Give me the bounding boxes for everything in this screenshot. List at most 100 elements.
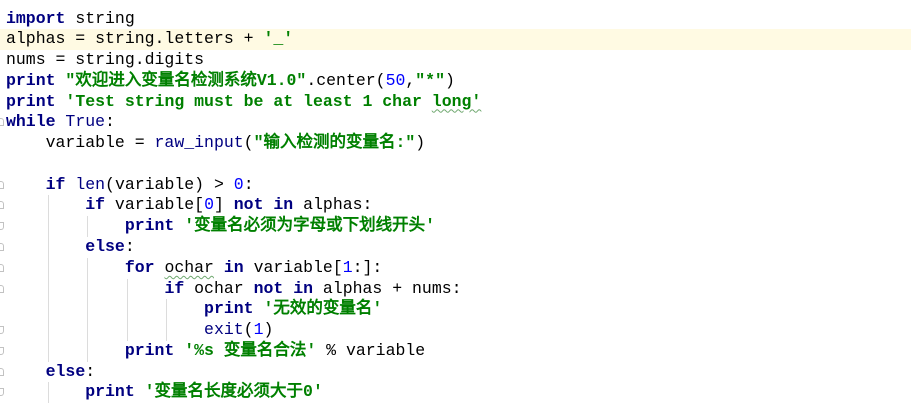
- line-code[interactable]: alphas = string.letters + '_': [6, 29, 293, 50]
- fold-marker-icon[interactable]: [0, 222, 4, 231]
- line-code[interactable]: for ochar in variable[1:]:: [6, 257, 383, 279]
- code-line[interactable]: if variable[0] not in alphas:: [0, 195, 911, 217]
- line-code[interactable]: print '变量名必须为字母或下划线开头': [6, 216, 435, 237]
- code-line[interactable]: if len(variable) > 0:: [0, 175, 911, 196]
- line-code[interactable]: print "欢迎进入变量名检测系统V1.0".center(50,"*"): [6, 71, 455, 92]
- line-code[interactable]: else:: [6, 237, 135, 258]
- code-text: ochar: [184, 278, 254, 298]
- keyword-token: not: [253, 278, 284, 298]
- code-line[interactable]: for ochar in variable[1:]:: [0, 257, 911, 279]
- fold-marker-icon[interactable]: [0, 263, 4, 272]
- string-literal: 'Test string must be at least 1 char: [65, 91, 432, 111]
- line-code[interactable]: print 'Test string must be at least 1 ch…: [6, 92, 481, 113]
- keyword-token: print: [6, 70, 56, 90]
- number-literal: 1: [253, 320, 264, 340]
- code-line[interactable]: variable = raw_input("输入检测的变量名:"): [0, 133, 911, 154]
- code-text: alphas:: [293, 195, 373, 215]
- number-literal: 50: [385, 70, 406, 90]
- code-line[interactable]: print '变量名必须为字母或下划线开头': [0, 216, 911, 238]
- keyword-token: else: [45, 361, 86, 381]
- code-text: ): [415, 133, 426, 153]
- code-line[interactable]: import string: [0, 9, 911, 30]
- code-line[interactable]: print '变量名长度必须大于0': [0, 382, 911, 404]
- line-code[interactable]: exit(1): [6, 320, 273, 341]
- code-text: :]:: [352, 257, 383, 277]
- code-line[interactable]: print 'Test string must be at least 1 ch…: [0, 92, 911, 113]
- line-code[interactable]: print '%s 变量名合法' % variable: [6, 341, 425, 362]
- string-literal: '%s 变量名合法': [184, 340, 317, 360]
- string-literal: '变量名长度必须大于0': [144, 382, 323, 402]
- line-code[interactable]: import string: [6, 9, 135, 30]
- code-text: ): [445, 70, 455, 90]
- code-text: ,: [405, 70, 416, 90]
- builtin-name: True: [65, 112, 106, 132]
- string-literal: '_': [263, 29, 294, 49]
- builtin-name: raw_input: [154, 133, 244, 153]
- keyword-token: else: [85, 237, 125, 257]
- string-literal: "*": [415, 70, 445, 90]
- code-line[interactable]: print '%s 变量名合法' % variable: [0, 340, 911, 362]
- fold-marker-icon[interactable]: [0, 201, 4, 210]
- code-line-current[interactable]: alphas = string.letters + '_': [0, 29, 911, 51]
- keyword-token: if: [164, 278, 185, 298]
- fold-marker-icon[interactable]: [0, 118, 4, 127]
- fold-marker-icon[interactable]: [0, 326, 4, 335]
- number-literal: 0: [204, 195, 214, 215]
- keyword-token: print: [124, 216, 175, 236]
- line-code[interactable]: print '无效的变量名': [6, 299, 382, 320]
- code-line[interactable]: exit(1): [0, 320, 911, 341]
- code-text: .center(: [306, 70, 386, 90]
- line-code[interactable]: variable = raw_input("输入检测的变量名:"): [6, 133, 426, 154]
- number-literal: 1: [342, 257, 353, 277]
- keyword-token: while: [6, 112, 56, 132]
- line-code[interactable]: if len(variable) > 0:: [6, 175, 254, 196]
- code-editor[interactable]: import string alphas = string.letters + '…: [0, 0, 911, 410]
- line-code[interactable]: if variable[0] not in alphas:: [6, 195, 372, 216]
- code-text: :: [85, 361, 96, 381]
- code-text: (variable) >: [105, 174, 234, 194]
- line-code[interactable]: if ochar not in alphas + nums:: [6, 278, 461, 300]
- code-line[interactable]: print "欢迎进入变量名检测系统V1.0".center(50,"*"): [0, 71, 911, 92]
- code-text: alphas = string.letters +: [6, 29, 264, 49]
- fold-marker-icon[interactable]: [0, 346, 4, 355]
- fold-marker-icon[interactable]: [0, 284, 4, 293]
- line-code[interactable]: else:: [6, 361, 96, 383]
- fold-marker-icon[interactable]: [0, 388, 4, 397]
- code-line[interactable]: print '无效的变量名': [0, 299, 911, 321]
- code-line[interactable]: else:: [0, 362, 911, 383]
- code-text: ]: [213, 195, 234, 215]
- fold-marker-icon[interactable]: [0, 243, 4, 252]
- code-line[interactable]: else:: [0, 237, 911, 258]
- line-code[interactable]: print '变量名长度必须大于0': [6, 382, 323, 403]
- code-line[interactable]: [0, 154, 911, 175]
- code-line[interactable]: if ochar not in alphas + nums:: [0, 278, 911, 300]
- code-line[interactable]: while True:: [0, 112, 911, 133]
- fold-marker-icon[interactable]: [0, 180, 4, 189]
- code-text: :: [105, 112, 115, 132]
- fold-marker-icon[interactable]: [0, 367, 4, 376]
- code-text: (: [243, 320, 254, 340]
- keyword-token: print: [6, 91, 56, 111]
- string-literal: "输入检测的变量名:": [253, 133, 416, 153]
- line-code[interactable]: nums = string.digits: [6, 50, 204, 71]
- builtin-name: len: [75, 174, 106, 194]
- code-text: ): [263, 320, 274, 340]
- string-literal: "欢迎进入变量名检测系统V1.0": [65, 70, 307, 90]
- line-code[interactable]: while True:: [6, 112, 115, 133]
- code-text: string: [65, 8, 135, 28]
- code-line[interactable]: nums = string.digits: [0, 50, 911, 71]
